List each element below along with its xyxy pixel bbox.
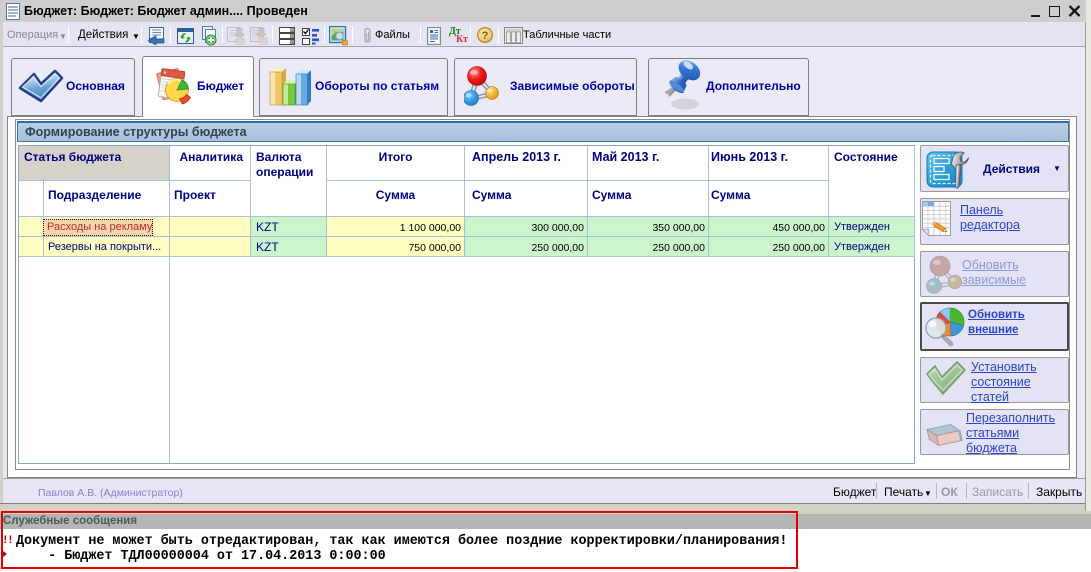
svg-text:?: ?	[482, 30, 489, 42]
